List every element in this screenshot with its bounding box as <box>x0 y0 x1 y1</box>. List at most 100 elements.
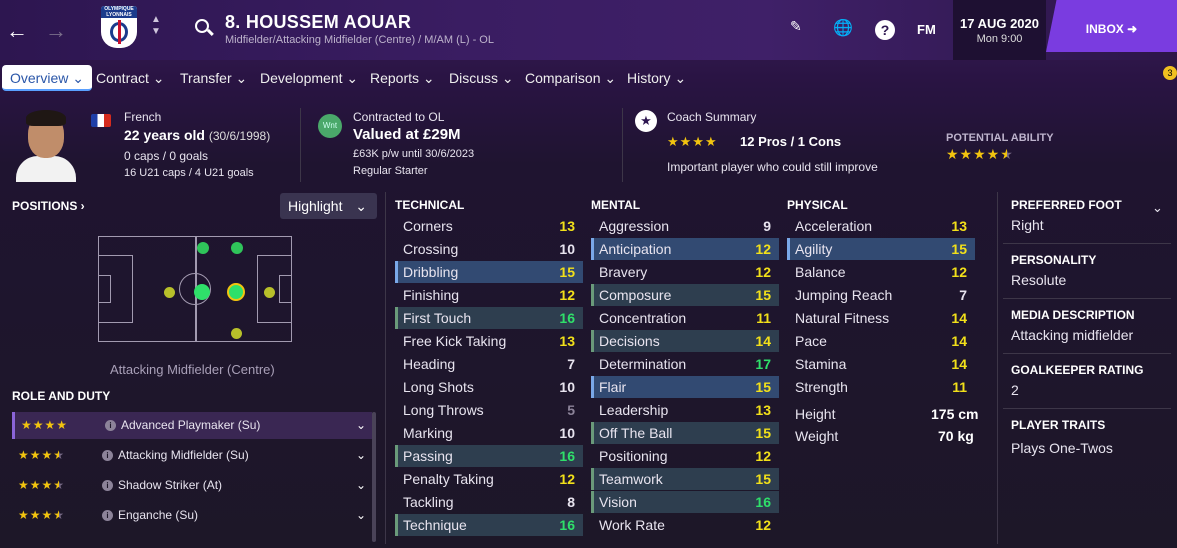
attribute-row[interactable]: Dribbling 15 <box>395 261 583 283</box>
attribute-row[interactable]: Finishing 12 <box>395 284 583 306</box>
attribute-name: Off The Ball <box>599 425 673 441</box>
tab-contract[interactable]: Contract ⌄ <box>96 65 165 91</box>
edit-pencil-icon[interactable]: ✎ <box>790 18 802 35</box>
attribute-row[interactable]: Long Shots 10 <box>395 376 583 398</box>
attribute-row[interactable]: Flair 15 <box>591 376 779 398</box>
attribute-value: 10 <box>559 241 575 257</box>
attribute-value: 11 <box>756 310 771 326</box>
tab-comparison[interactable]: Comparison ⌄ <box>525 65 616 91</box>
tab-discuss[interactable]: Discuss ⌄ <box>449 65 514 91</box>
attribute-row[interactable]: Concentration 11 <box>591 307 779 329</box>
game-date[interactable]: 17 AUG 2020 Mon 9:00 <box>953 0 1046 60</box>
positions-header[interactable]: POSITIONS › <box>12 199 85 213</box>
attribute-name: Finishing <box>403 287 460 303</box>
attribute-value: 13 <box>951 218 967 234</box>
attribute-name: Aggression <box>599 218 670 234</box>
chevron-down-icon[interactable]: ⌄ <box>356 412 366 439</box>
fm-menu-button[interactable]: FM <box>917 22 936 37</box>
tab-history[interactable]: History ⌄ <box>627 65 686 91</box>
info-icon[interactable]: i <box>102 450 113 461</box>
chevron-down-icon[interactable]: ⌄ <box>356 472 366 499</box>
position-dot-ml[interactable] <box>197 242 209 254</box>
attribute-row[interactable]: Work Rate 12 <box>591 514 779 536</box>
attribute-row[interactable]: Vision 16 <box>591 491 779 513</box>
player-switch-icon[interactable]: ▲ ▼ <box>151 14 161 38</box>
info-icon[interactable]: i <box>102 510 113 521</box>
role-item[interactable]: ★★★★ i Enganche (Su) ⌄ <box>12 502 372 529</box>
attribute-value: 12 <box>951 264 967 280</box>
position-dot-mr[interactable] <box>231 328 242 339</box>
position-dot-mc[interactable] <box>194 284 210 300</box>
player-traits[interactable]: Plays One-Twos <box>1011 440 1113 456</box>
attribute-row[interactable]: Aggression 9 <box>591 215 779 237</box>
squad-role: Regular Starter <box>353 165 428 177</box>
attribute-row[interactable]: Natural Fitness 14 <box>787 307 975 329</box>
position-dot-amc[interactable] <box>227 283 245 301</box>
roles-scrollbar[interactable] <box>372 412 376 542</box>
info-icon[interactable]: i <box>102 480 113 491</box>
globe-icon[interactable]: 🌐 <box>833 18 853 38</box>
attribute-row[interactable]: Jumping Reach 7 <box>787 284 975 306</box>
position-dot-aml[interactable] <box>231 242 243 254</box>
role-stars: ★★★★ <box>18 508 66 522</box>
chevron-down-icon[interactable]: ⌄ <box>356 502 366 529</box>
attribute-row[interactable]: Balance 12 <box>787 261 975 283</box>
notification-badge[interactable]: 3 <box>1163 66 1177 80</box>
attribute-row[interactable]: Off The Ball 15 <box>591 422 779 444</box>
tab-development[interactable]: Development ⌄ <box>260 65 358 91</box>
highlight-dropdown[interactable]: Highlight ⌄ <box>280 193 377 219</box>
tab-transfer[interactable]: Transfer ⌄ <box>180 65 247 91</box>
attribute-row[interactable]: Pace 14 <box>787 330 975 352</box>
chevron-down-icon[interactable]: ⌄ <box>1152 200 1163 216</box>
tab-reports[interactable]: Reports ⌄ <box>370 65 435 91</box>
chevron-down-icon[interactable]: ⌄ <box>356 442 366 469</box>
attribute-row[interactable]: Technique 16 <box>395 514 583 536</box>
pros-cons[interactable]: 12 Pros / 1 Cons <box>740 134 841 149</box>
attribute-name: Marking <box>403 425 453 441</box>
attribute-row[interactable]: Determination 17 <box>591 353 779 375</box>
attribute-row[interactable]: Leadership 13 <box>591 399 779 421</box>
attribute-row[interactable]: Strength 11 <box>787 376 975 398</box>
attribute-value: 14 <box>951 333 967 349</box>
attribute-row[interactable]: Tackling 8 <box>395 491 583 513</box>
attribute-row[interactable]: Penalty Taking 12 <box>395 468 583 490</box>
club-crest-icon[interactable]: OLYMPIQUE LYONNAIS <box>101 6 137 48</box>
attribute-row[interactable]: Heading 7 <box>395 353 583 375</box>
role-item[interactable]: ★★★★ i Advanced Playmaker (Su) ⌄ <box>12 412 372 439</box>
tab-overview[interactable]: Overview ⌄ <box>2 65 92 91</box>
help-icon[interactable]: ? <box>875 20 895 40</box>
role-name: Shadow Striker (At) <box>118 478 223 492</box>
player-name: 8. HOUSSEM AOUAR <box>225 12 412 32</box>
attribute-value: 13 <box>559 333 575 349</box>
attribute-row[interactable]: Positioning 12 <box>591 445 779 467</box>
coach-star-icon: ★ <box>635 110 657 132</box>
back-arrow-icon[interactable]: ← <box>6 18 28 44</box>
inbox-button[interactable]: INBOX ➜ <box>1046 0 1177 52</box>
attribute-row[interactable]: Free Kick Taking 13 <box>395 330 583 352</box>
attribute-row[interactable]: Composure 15 <box>591 284 779 306</box>
position-dot-dm[interactable] <box>164 287 175 298</box>
attribute-row[interactable]: Bravery 12 <box>591 261 779 283</box>
attribute-row[interactable]: Decisions 14 <box>591 330 779 352</box>
attribute-name: Strength <box>795 379 848 395</box>
attribute-row[interactable]: Long Throws 5 <box>395 399 583 421</box>
attribute-row[interactable]: Crossing 10 <box>395 238 583 260</box>
attribute-row[interactable]: Teamwork 15 <box>591 468 779 490</box>
position-dot-st[interactable] <box>264 287 275 298</box>
attribute-row[interactable]: Corners 13 <box>395 215 583 237</box>
role-item[interactable]: ★★★★ i Shadow Striker (At) ⌄ <box>12 472 372 499</box>
attribute-value: 11 <box>952 379 967 395</box>
info-icon[interactable]: i <box>105 420 116 431</box>
attribute-row[interactable]: Agility 15 <box>787 238 975 260</box>
forward-arrow-icon[interactable]: → <box>45 18 67 44</box>
attribute-row[interactable]: Passing 16 <box>395 445 583 467</box>
role-item[interactable]: ★★★★ i Attacking Midfielder (Su) ⌄ <box>12 442 372 469</box>
attribute-value: 5 <box>567 402 575 418</box>
search-icon[interactable] <box>195 19 209 33</box>
attribute-row[interactable]: Anticipation 12 <box>591 238 779 260</box>
attribute-row[interactable]: First Touch 16 <box>395 307 583 329</box>
attribute-row[interactable]: Marking 10 <box>395 422 583 444</box>
attribute-row[interactable]: Stamina 14 <box>787 353 975 375</box>
attribute-name: Teamwork <box>599 471 663 487</box>
attribute-row[interactable]: Acceleration 13 <box>787 215 975 237</box>
